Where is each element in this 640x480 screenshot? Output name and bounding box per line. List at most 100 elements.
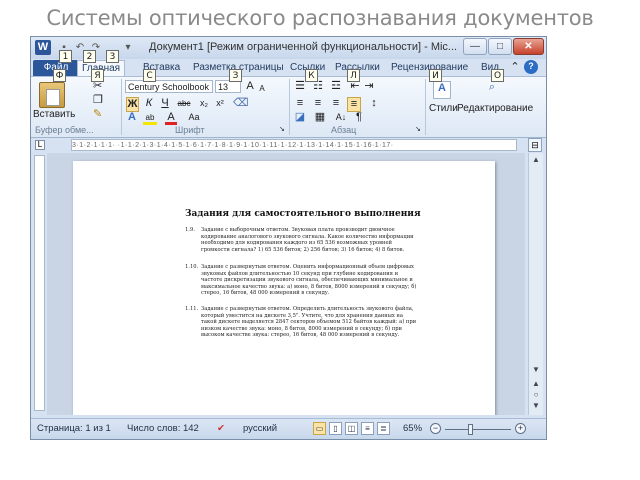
separator [425,79,426,135]
proofing-icon[interactable]: ✔ [217,423,225,434]
scroll-up-icon[interactable]: ▲ [531,155,541,164]
ruler-row: L 3·1·2·1·1·1· ·1·1·2·1·3·1·4·1·5·1·6·1·… [31,138,546,152]
underline-button[interactable]: Ч [159,97,171,110]
task-item: 1.10. Задание с развернутым ответом. Оце… [185,264,420,297]
justify-icon[interactable]: ≡ [347,97,361,112]
font-name-dropdown[interactable]: Century Schoolbook [125,80,213,93]
zoom-out-button[interactable]: − [430,423,441,434]
keytip-tab-references: К [305,69,318,82]
align-right-icon[interactable]: ≡ [329,97,343,110]
maximize-button[interactable]: □ [488,38,512,55]
font-group-label: Шрифт [175,125,205,135]
task-number: 1.11. [185,306,199,312]
word-window: W ▪ ↶ ↷ ▾ Документ1 [Режим ограниченной … [30,36,547,440]
page-count-status[interactable]: Страница: 1 из 1 [37,423,111,434]
separator [121,79,122,135]
increase-indent-icon[interactable]: ⇥ [363,80,375,93]
task-text: Задание с выборочным ответом. Звуковая п… [201,227,414,253]
align-center-icon[interactable]: ≡ [311,97,325,110]
borders-icon[interactable]: ▦ [313,111,327,124]
previous-page-icon[interactable]: ▲ [531,379,541,388]
italic-button[interactable]: К [143,97,155,110]
superscript-button[interactable]: x² [213,97,227,110]
scroll-down-icon[interactable]: ▼ [531,365,541,374]
styles-icon[interactable]: A [433,81,451,99]
grow-font-icon[interactable]: A [245,80,255,93]
word-app-icon[interactable]: W [35,40,51,55]
keytip-qat-2: 2 [83,50,96,63]
web-layout-button[interactable]: ◫ [345,422,358,435]
editing-icon[interactable]: ⌕ [483,81,501,94]
highlight-icon[interactable]: ab [143,111,157,125]
task-item: 1.11. Задание с развернутым ответом. Опр… [185,306,420,339]
document-area[interactable]: Задания для самостоятельного выполнения … [47,153,525,415]
minimize-button[interactable]: — [463,38,487,55]
strikethrough-button[interactable]: abc [175,97,193,110]
task-text: Задание с развернутым ответом. Оценить и… [201,264,417,297]
keytip-tab-insert: С [143,69,156,82]
keytip-tab-view: О [491,69,504,82]
change-case-button[interactable]: Aa [185,111,203,124]
zoom-level[interactable]: 65% [403,423,422,434]
format-painter-icon[interactable]: ✎ [93,108,102,121]
keytip-tab-mailings: Л [347,69,360,82]
status-bar: Страница: 1 из 1 Число слов: 142 ✔ русск… [31,418,546,439]
align-left-icon[interactable]: ≡ [293,97,307,110]
paste-button[interactable]: Вставить [33,109,75,120]
line-spacing-icon[interactable]: ↕ [367,97,381,110]
vertical-scrollbar[interactable]: ▲ ▼ ▲ ○ ▼ [528,153,543,415]
paragraph-dialog-launcher-icon[interactable]: ↘ [415,123,421,136]
word-count-status[interactable]: Число слов: 142 [127,423,199,434]
font-color-icon[interactable]: A [165,111,177,125]
keytip-qat-3: 3 [106,50,119,63]
font-dialog-launcher-icon[interactable]: ↘ [279,123,285,136]
tab-selector[interactable]: L [35,140,45,150]
paste-icon[interactable] [39,82,65,108]
sort-icon[interactable]: A↓ [335,111,347,124]
clipboard-group-label: Буфер обме... [35,125,94,135]
shrink-font-icon[interactable]: A [257,82,267,95]
full-screen-reading-button[interactable]: ▯ [329,422,342,435]
document-heading: Задания для самостоятельного выполнения [185,209,421,219]
zoom-slider-thumb[interactable] [468,424,474,435]
browse-object-icon[interactable]: ○ [531,390,541,399]
paragraph-group-label: Абзац [331,125,357,135]
print-layout-view-button[interactable]: ▭ [313,422,326,435]
slide-title: Системы оптического распознавания докуме… [46,6,594,30]
keytip-tab-page-layout: З [229,69,242,82]
outline-view-button[interactable]: ≡ [361,422,374,435]
keytip-tab-file: Ф [53,69,66,82]
zoom-in-button[interactable]: + [515,423,526,434]
task-item: 1.9. Задание с выборочным ответом. Звуко… [185,227,420,253]
next-page-icon[interactable]: ▼ [531,401,541,410]
ribbon: Вставить ✂ ❐ ✎ Буфер обме... Century Sch… [31,76,546,138]
shading-icon[interactable]: ◪ [293,111,307,124]
styles-button[interactable]: Стили [429,103,458,114]
language-status[interactable]: русский [243,423,277,434]
copy-icon[interactable]: ❐ [93,94,103,107]
customize-qat-icon[interactable]: ▾ [121,41,135,54]
zoom-slider-track[interactable] [445,429,511,430]
keytip-qat-1: 1 [59,50,72,63]
draft-view-button[interactable]: ≣ [377,422,390,435]
keytip-tab-review: И [429,69,442,82]
subscript-button[interactable]: x₂ [197,97,211,110]
view-ruler-toggle[interactable]: ⊟ [528,138,542,152]
document-page[interactable]: Задания для самостоятельного выполнения … [73,161,495,415]
close-button[interactable]: ✕ [513,38,544,55]
multilevel-list-icon[interactable]: ☲ [329,80,343,93]
clear-formatting-icon[interactable]: ⌫ [233,97,249,110]
horizontal-ruler[interactable]: 3·1·2·1·1·1· ·1·1·2·1·3·1·4·1·5·1·6·1·7·… [71,139,517,151]
keytip-tab-home: Я [91,69,104,82]
help-icon[interactable]: ? [524,60,538,74]
minimize-ribbon-icon[interactable]: ⌃ [509,61,521,74]
window-title: Документ1 [Режим ограниченной функционал… [149,41,458,53]
bold-button[interactable]: Ж [126,97,139,112]
editing-button[interactable]: Редактирование [457,103,533,114]
text-effects-icon[interactable]: A [126,111,138,124]
vertical-ruler[interactable] [34,155,45,411]
task-number: 1.10. [185,264,199,270]
show-formatting-icon[interactable]: ¶ [353,111,365,124]
task-text: Задание с развернутым ответом. Определит… [201,306,417,339]
separator [289,79,290,135]
